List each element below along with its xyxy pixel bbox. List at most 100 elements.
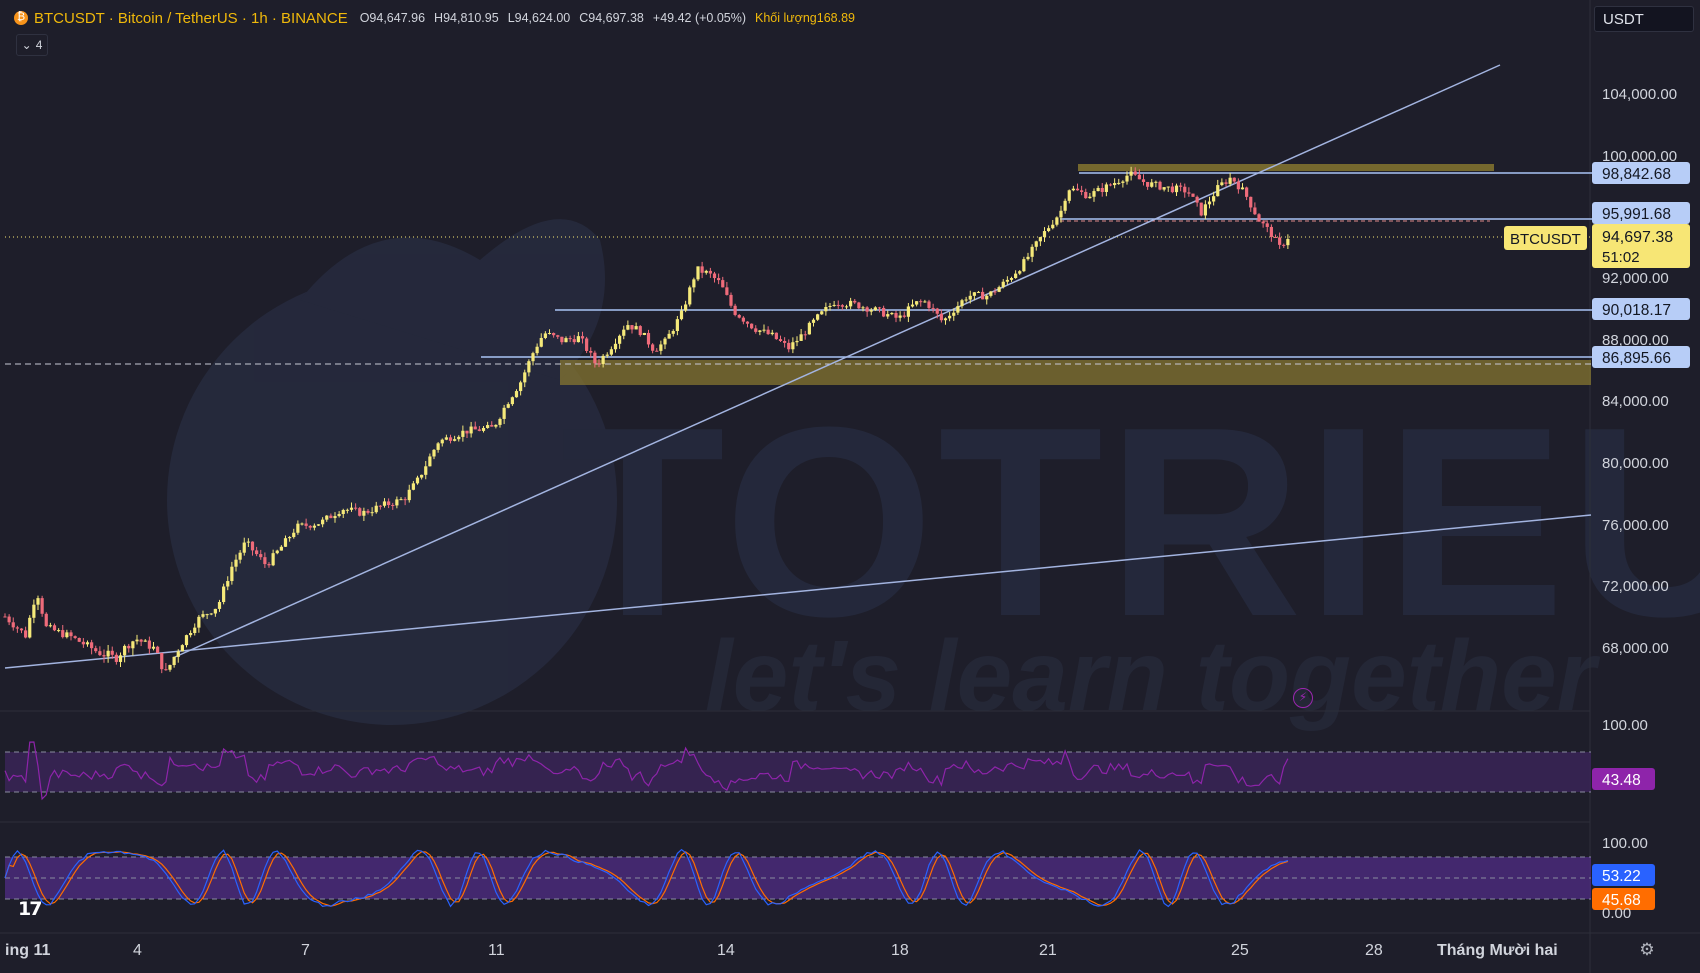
candle-body bbox=[1216, 185, 1220, 197]
candle-body bbox=[873, 307, 877, 311]
time-tick: 4 bbox=[133, 942, 142, 959]
candle-body bbox=[1047, 228, 1051, 232]
candle-body bbox=[143, 640, 147, 642]
candle-body bbox=[993, 291, 997, 293]
level-label: 86,895.66 bbox=[1602, 350, 1671, 367]
resistance-zone[interactable] bbox=[1078, 164, 1494, 171]
candle-body bbox=[675, 319, 679, 332]
indicators-toggle-button[interactable]: ⌄ 4 bbox=[16, 34, 48, 56]
candle-body bbox=[547, 333, 552, 335]
candle-body bbox=[354, 507, 358, 509]
candle-body bbox=[861, 307, 865, 309]
lightning-icon[interactable]: ⚡ bbox=[1293, 688, 1313, 708]
candle-body bbox=[931, 307, 935, 309]
time-tick: 14 bbox=[717, 942, 735, 959]
candle-body bbox=[1055, 217, 1059, 225]
candle-body bbox=[362, 510, 366, 516]
candle-body bbox=[795, 340, 799, 343]
rsi-axis-tick: 100.00 bbox=[1602, 717, 1648, 734]
candle-body bbox=[1253, 207, 1257, 215]
symbol-title[interactable]: BTCUSDT · Bitcoin / TetherUS · 1h · BINA… bbox=[34, 10, 348, 27]
candle-body bbox=[415, 477, 420, 484]
currency-selector[interactable]: USDT bbox=[1594, 6, 1694, 32]
candle-body bbox=[333, 516, 337, 519]
price-tick: 68,000.00 bbox=[1602, 640, 1669, 657]
symbol-tag: BTCUSDT bbox=[1510, 231, 1581, 248]
candle-body bbox=[1212, 196, 1216, 202]
settings-gear-icon[interactable]: ⚙ bbox=[1637, 940, 1657, 960]
candle-body bbox=[370, 512, 374, 514]
candle-body bbox=[1265, 223, 1269, 227]
candle-body bbox=[605, 354, 609, 356]
candle-body bbox=[205, 614, 209, 616]
candle-body bbox=[1067, 190, 1071, 201]
candle-body bbox=[894, 313, 898, 318]
candle-body bbox=[1084, 191, 1088, 199]
candle-body bbox=[729, 294, 733, 306]
volume-value: Khối lượng168.89 bbox=[755, 11, 855, 25]
candle-body bbox=[1278, 237, 1282, 245]
candle-body bbox=[898, 315, 902, 318]
candle-body bbox=[123, 645, 127, 656]
candle-body bbox=[172, 656, 176, 666]
candle-body bbox=[1249, 196, 1253, 208]
candle-body bbox=[481, 427, 486, 431]
candle-body bbox=[609, 349, 613, 355]
candle-body bbox=[646, 332, 651, 345]
time-tick: 7 bbox=[301, 942, 310, 959]
candle-body bbox=[1092, 191, 1096, 197]
candle-body bbox=[985, 295, 989, 300]
candle-body bbox=[391, 505, 395, 507]
candle-body bbox=[1075, 188, 1080, 191]
candle-body bbox=[877, 307, 882, 309]
candle-body bbox=[927, 301, 931, 308]
candle-body bbox=[250, 541, 255, 551]
candle-body bbox=[358, 508, 362, 516]
candle-body bbox=[11, 622, 15, 628]
candle-body bbox=[799, 334, 803, 341]
candle-body bbox=[688, 287, 692, 305]
candle-body bbox=[1051, 224, 1055, 229]
candle-body bbox=[972, 292, 976, 296]
candle-body bbox=[407, 489, 411, 501]
candle-body bbox=[151, 646, 156, 649]
candle-body bbox=[7, 616, 11, 623]
symbol-legend[interactable]: BTCUSDT · Bitcoin / TetherUS · 1h · BINA… bbox=[14, 8, 855, 28]
candle-body bbox=[774, 332, 778, 340]
candle-body bbox=[288, 537, 292, 539]
candle-body bbox=[519, 382, 523, 392]
candle-body bbox=[1014, 273, 1018, 279]
candle-body bbox=[531, 353, 535, 362]
candle-body bbox=[568, 338, 572, 340]
candle-body bbox=[576, 336, 580, 343]
candle-body bbox=[634, 326, 638, 330]
candle-body bbox=[131, 641, 135, 649]
candle-body bbox=[1282, 244, 1286, 246]
bitcoin-icon bbox=[14, 10, 28, 25]
tradingview-logo-icon[interactable]: 17 bbox=[18, 898, 52, 920]
candle-body bbox=[510, 397, 514, 405]
candle-body bbox=[1228, 177, 1232, 184]
candle-body bbox=[943, 318, 948, 321]
candle-body bbox=[708, 270, 712, 274]
candle-body bbox=[432, 449, 436, 457]
candle-body bbox=[622, 329, 626, 336]
candle-body bbox=[1038, 237, 1042, 242]
candle-body bbox=[717, 278, 721, 281]
stoch-k-value: 53.22 bbox=[1602, 868, 1641, 885]
candle-body bbox=[655, 350, 659, 352]
candle-body bbox=[1030, 246, 1034, 257]
chart-canvas[interactable]: TOTRIEU let's learn together 104,000.00 … bbox=[0, 0, 1700, 973]
candle-body bbox=[1009, 278, 1014, 280]
rsi-band bbox=[5, 752, 1591, 792]
candle-body bbox=[325, 515, 329, 520]
candle-body bbox=[238, 552, 242, 560]
candle-body bbox=[552, 333, 556, 336]
candle-body bbox=[296, 523, 300, 533]
candle-body bbox=[844, 306, 849, 308]
candle-body bbox=[300, 523, 304, 525]
candle-body bbox=[1224, 182, 1228, 184]
last-price-label: 94,697.38 bbox=[1602, 229, 1673, 246]
candle-body bbox=[477, 429, 481, 431]
candle-body bbox=[939, 313, 943, 321]
